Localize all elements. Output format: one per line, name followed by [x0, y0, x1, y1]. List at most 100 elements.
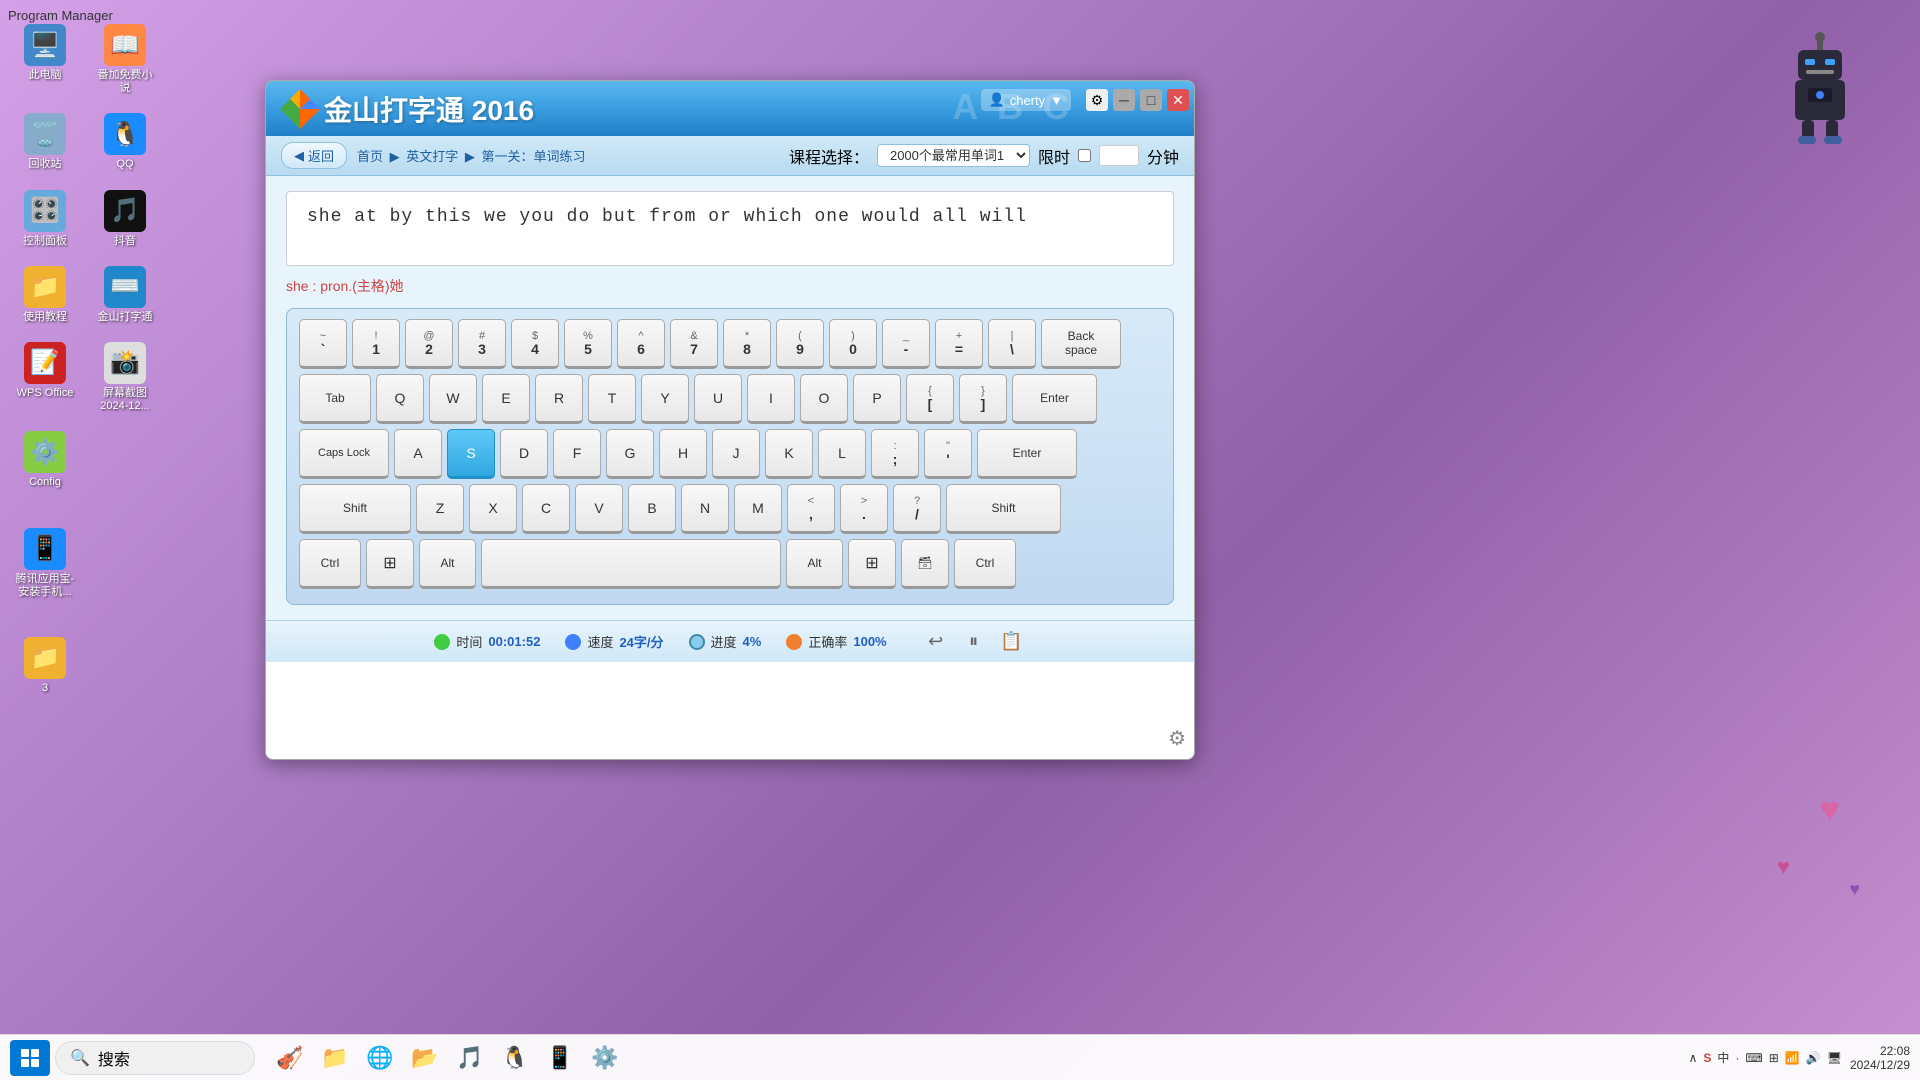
key-o[interactable]: O: [800, 374, 848, 424]
caps-lock-key[interactable]: Caps Lock: [299, 429, 389, 479]
window-gear-button[interactable]: ⚙: [1168, 726, 1186, 751]
taskbar-app-red[interactable]: 📱: [540, 1040, 580, 1076]
backspace-key[interactable]: Back space: [1041, 319, 1121, 369]
key-g[interactable]: G: [606, 429, 654, 479]
taskbar-app-edge[interactable]: 🌐: [360, 1040, 400, 1076]
key-2[interactable]: @2: [405, 319, 453, 369]
user-dropdown-icon[interactable]: ▼: [1050, 93, 1063, 108]
key-slash[interactable]: ?/: [893, 484, 941, 534]
timer-checkbox[interactable]: [1078, 149, 1091, 162]
desktop-icon-typing[interactable]: ⌨️ 金山打字通: [90, 262, 160, 328]
taskbar-app-explorer[interactable]: 📂: [405, 1040, 445, 1076]
key-u[interactable]: U: [694, 374, 742, 424]
desktop-icon-novel[interactable]: 📖 番加免费小说: [90, 20, 160, 99]
key-x[interactable]: X: [469, 484, 517, 534]
desktop-icon-douyin[interactable]: 🎵 抖音: [90, 186, 160, 252]
minimize-button[interactable]: ─: [1113, 89, 1135, 111]
enter-key[interactable]: Enter: [1012, 374, 1097, 424]
win-right-key[interactable]: ⊞: [848, 539, 896, 589]
back-button[interactable]: ◀ 返回: [281, 142, 347, 169]
key-s[interactable]: S: [447, 429, 495, 479]
key-d[interactable]: D: [500, 429, 548, 479]
key-k[interactable]: K: [765, 429, 813, 479]
pause-button[interactable]: ⏸: [960, 628, 988, 656]
tray-speaker-icon[interactable]: 🔊: [1806, 1051, 1821, 1065]
taskbar-app-music[interactable]: 🎻: [270, 1040, 310, 1076]
key-f[interactable]: F: [553, 429, 601, 479]
tray-cn-icon[interactable]: 中: [1717, 1049, 1729, 1066]
timer-input[interactable]: [1099, 145, 1139, 166]
key-v[interactable]: V: [575, 484, 623, 534]
key-equals[interactable]: +=: [935, 319, 983, 369]
desktop-icon-control[interactable]: 🎛️ 控制面板: [10, 186, 80, 252]
key-i[interactable]: I: [747, 374, 795, 424]
key-minus[interactable]: _-: [882, 319, 930, 369]
alt-right-key[interactable]: Alt: [786, 539, 843, 589]
desktop-icon-qq[interactable]: 🐧 QQ: [90, 109, 160, 175]
tray-dot-icon[interactable]: ·: [1735, 1051, 1739, 1065]
desktop-icon-tutorial[interactable]: 📁 使用教程: [10, 262, 80, 328]
desktop-icon-recycle[interactable]: 🗑️ 回收站: [10, 109, 80, 175]
desktop-icon-tencent[interactable]: 📱 腾讯应用宝-安装手机...: [10, 524, 80, 603]
key-lbracket[interactable]: {[: [906, 374, 954, 424]
ctrl-left-key[interactable]: Ctrl: [299, 539, 361, 589]
breadcrumb-english[interactable]: 英文打字: [406, 149, 458, 164]
tray-keyboard-icon[interactable]: ⌨: [1745, 1051, 1762, 1065]
key-4[interactable]: $4: [511, 319, 559, 369]
key-comma[interactable]: <,: [787, 484, 835, 534]
taskbar-app-extra[interactable]: ⚙️: [585, 1040, 625, 1076]
tray-ime-icon[interactable]: S: [1703, 1051, 1711, 1065]
maximize-button[interactable]: □: [1140, 89, 1162, 111]
close-button[interactable]: ✕: [1167, 89, 1189, 111]
space-key[interactable]: [481, 539, 781, 589]
tray-grid-icon[interactable]: ⊞: [1769, 1051, 1779, 1065]
report-button[interactable]: 📋: [998, 628, 1026, 656]
tray-up-icon[interactable]: ∧: [1689, 1051, 1698, 1065]
enter-key-2[interactable]: Enter: [977, 429, 1077, 479]
key-h[interactable]: H: [659, 429, 707, 479]
key-c[interactable]: C: [522, 484, 570, 534]
desktop-icon-folder2[interactable]: 📁 3: [10, 633, 80, 699]
key-rbracket[interactable]: }]: [959, 374, 1007, 424]
key-6[interactable]: ^6: [617, 319, 665, 369]
ctrl-right-key[interactable]: Ctrl: [954, 539, 1016, 589]
key-m[interactable]: M: [734, 484, 782, 534]
taskbar-app-douyin[interactable]: 🎵: [450, 1040, 490, 1076]
win-left-key[interactable]: ⊞: [366, 539, 414, 589]
key-q[interactable]: Q: [376, 374, 424, 424]
key-r[interactable]: R: [535, 374, 583, 424]
key-b[interactable]: B: [628, 484, 676, 534]
taskbar-app-files[interactable]: 📁: [315, 1040, 355, 1076]
key-period[interactable]: >.: [840, 484, 888, 534]
key-z[interactable]: Z: [416, 484, 464, 534]
key-p[interactable]: P: [853, 374, 901, 424]
start-button[interactable]: [10, 1040, 50, 1076]
key-t[interactable]: T: [588, 374, 636, 424]
key-l[interactable]: L: [818, 429, 866, 479]
taskbar-app-tencent[interactable]: 🐧: [495, 1040, 535, 1076]
shift-left-key[interactable]: Shift: [299, 484, 411, 534]
key-e[interactable]: E: [482, 374, 530, 424]
tray-wifi-icon[interactable]: 📶: [1785, 1051, 1800, 1065]
key-backslash[interactable]: |\: [988, 319, 1036, 369]
key-7[interactable]: &7: [670, 319, 718, 369]
key-0[interactable]: )0: [829, 319, 877, 369]
breadcrumb-home[interactable]: 首页: [357, 149, 383, 164]
key-8[interactable]: *8: [723, 319, 771, 369]
desktop-icon-config[interactable]: ⚙️ Config: [10, 427, 80, 493]
key-w[interactable]: W: [429, 374, 477, 424]
tab-key[interactable]: Tab: [299, 374, 371, 424]
key-n[interactable]: N: [681, 484, 729, 534]
key-3[interactable]: #3: [458, 319, 506, 369]
key-9[interactable]: (9: [776, 319, 824, 369]
key-5[interactable]: %5: [564, 319, 612, 369]
alt-left-key[interactable]: Alt: [419, 539, 476, 589]
taskbar-search[interactable]: 🔍 搜索: [55, 1041, 255, 1075]
course-dropdown[interactable]: 2000个最常用单词1: [877, 144, 1030, 167]
desktop-icon-screenshot[interactable]: 📸 屏幕截图 2024-12...: [90, 338, 160, 417]
key-j[interactable]: J: [712, 429, 760, 479]
shift-right-key[interactable]: Shift: [946, 484, 1061, 534]
fn-key[interactable]: 🗃: [901, 539, 949, 589]
key-a[interactable]: A: [394, 429, 442, 479]
key-1[interactable]: !1: [352, 319, 400, 369]
